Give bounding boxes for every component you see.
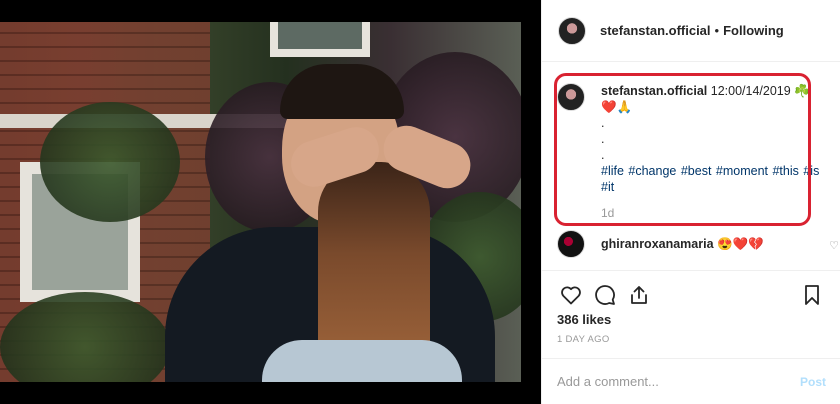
post-sidebar: stefanstan.official • Following stefanst… [541,0,840,404]
header-separator: • [714,23,720,38]
comment-like-icon[interactable]: ♡ [829,239,839,252]
save-button[interactable] [795,278,829,312]
post-photo[interactable] [0,22,521,382]
heart-icon [561,286,581,304]
action-bar [542,270,840,318]
share-button[interactable] [622,278,656,312]
comment-button[interactable] [588,278,622,312]
comment-text: 😍❤️💔 [717,236,764,251]
author-avatar[interactable] [558,16,586,45]
share-icon [631,285,647,304]
post-comment-button[interactable]: Post [800,375,826,389]
add-comment-bar: Post [542,358,840,404]
bookmark-icon [805,284,819,305]
comment-input[interactable] [557,374,800,389]
likes-count[interactable]: 386 likes [557,312,611,327]
post-timestamp: 1 DAY AGO [557,334,610,345]
like-button[interactable] [554,278,588,312]
following-button[interactable]: Following [723,23,784,38]
commenter-username[interactable]: ghiranroxanamaria [601,237,714,251]
comments-area: stefanstan.official 12:00/14/2019 ☘️ ❤️🙏… [542,63,840,268]
comment-item: ghiranroxanamaria 😍❤️💔 ♡ [557,230,839,258]
commenter-avatar[interactable] [557,230,585,258]
red-highlight-annotation [554,73,811,226]
photo-pane [0,0,541,404]
speech-bubble-icon [595,284,615,305]
photo-foliage [40,102,180,222]
photo-man-hair [280,64,404,119]
photo-denim-jacket [262,340,462,382]
author-username[interactable]: stefanstan.official [600,23,711,38]
photo-window-top [270,22,370,57]
comment-body: ghiranroxanamaria 😍❤️💔 [601,237,764,252]
post-header: stefanstan.official • Following [542,0,840,62]
